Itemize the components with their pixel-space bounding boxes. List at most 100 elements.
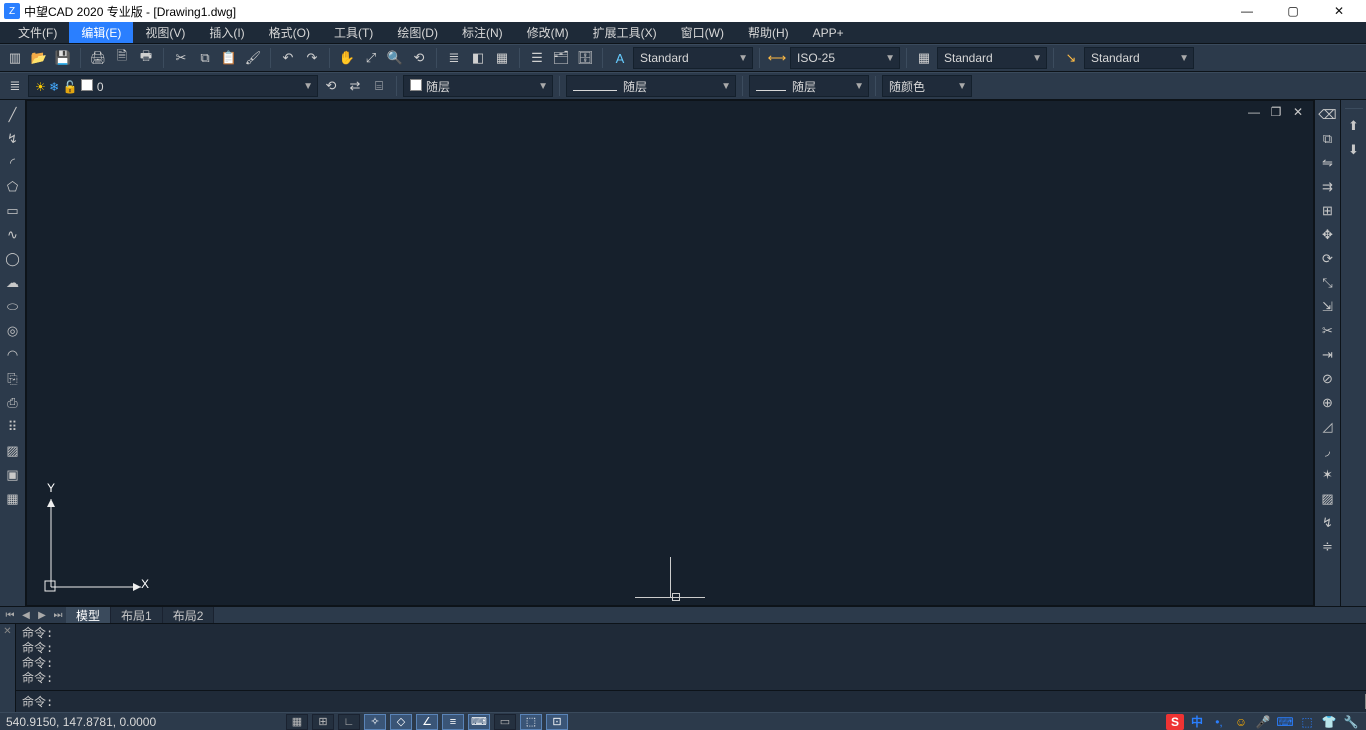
table-icon[interactable]: ▦: [491, 47, 513, 69]
ellipse-icon[interactable]: ⬭: [2, 296, 24, 318]
snap-icon[interactable]: ⊞: [312, 714, 334, 730]
menu-文件[interactable]: 文件(F): [6, 22, 69, 43]
mdi-minimize-button[interactable]: —: [1245, 105, 1263, 119]
command-resize-grip[interactable]: ✕: [0, 624, 16, 712]
plot-icon[interactable]: 🖶: [135, 47, 157, 69]
tab-nav-3[interactable]: ⏭: [50, 607, 66, 623]
layout-tab-1[interactable]: 布局1: [111, 607, 163, 623]
plotstyle-dropdown[interactable]: 随颜色▼: [882, 75, 972, 97]
menu-工具[interactable]: 工具(T): [322, 22, 385, 43]
text-style-icon[interactable]: A: [609, 47, 631, 69]
table-style-dropdown[interactable]: Standard▼: [937, 47, 1047, 69]
chamfer-icon[interactable]: ◿: [1317, 416, 1339, 438]
minimize-button[interactable]: —: [1224, 0, 1270, 22]
layer-dropdown[interactable]: ☀ ❄ 🔓 0 ▼: [28, 75, 318, 97]
arc-icon[interactable]: ◜: [2, 152, 24, 174]
layer-states-icon[interactable]: ⌸: [368, 75, 390, 97]
match-prop-icon[interactable]: 🖌: [242, 47, 264, 69]
tool-palette-icon[interactable]: 🗄: [574, 47, 596, 69]
polyline-icon[interactable]: ↯: [2, 128, 24, 150]
menu-绘图[interactable]: 绘图(D): [385, 22, 450, 43]
join-icon[interactable]: ⊕: [1317, 392, 1339, 414]
mleader-style-dropdown[interactable]: Standard▼: [1084, 47, 1194, 69]
ortho-icon[interactable]: ∟: [338, 714, 360, 730]
new-icon[interactable]: ▥: [4, 47, 26, 69]
offset-icon[interactable]: ⇉: [1317, 176, 1339, 198]
cloud-icon[interactable]: ☁: [2, 272, 24, 294]
layer-properties-icon[interactable]: ≣: [4, 75, 26, 97]
rectangle-icon[interactable]: ▭: [2, 200, 24, 222]
linetype-dropdown[interactable]: 随层▼: [566, 75, 736, 97]
mleader-style-icon[interactable]: ↘: [1060, 47, 1082, 69]
dim-style-dropdown[interactable]: ISO-25▼: [790, 47, 900, 69]
hatch-icon[interactable]: ▨: [2, 440, 24, 462]
draworder-back-icon[interactable]: ⬇: [1343, 139, 1365, 161]
layout-tab-0[interactable]: 模型: [66, 607, 111, 623]
ellipse-arc-icon[interactable]: ◠: [2, 344, 24, 366]
menu-格式[interactable]: 格式(O): [257, 22, 322, 43]
ime-person-icon[interactable]: 👕: [1320, 714, 1338, 730]
mdi-restore-button[interactable]: ❐: [1267, 105, 1285, 119]
open-icon[interactable]: 📂: [28, 47, 50, 69]
copy-obj-icon[interactable]: ⧉: [1317, 128, 1339, 150]
text-style-dropdown[interactable]: Standard▼: [633, 47, 753, 69]
scale-icon[interactable]: ⤡: [1317, 272, 1339, 294]
layer-previous-icon[interactable]: ⟲: [320, 75, 342, 97]
lineweight-dropdown[interactable]: 随层▼: [749, 75, 869, 97]
paste-icon[interactable]: 📋: [218, 47, 240, 69]
move-icon[interactable]: ✥: [1317, 224, 1339, 246]
circle-icon[interactable]: ◯: [2, 248, 24, 270]
line-icon[interactable]: ╱: [2, 104, 24, 126]
align-icon[interactable]: ≑: [1317, 536, 1339, 558]
menu-帮助[interactable]: 帮助(H): [736, 22, 801, 43]
trim-icon[interactable]: ✂: [1317, 320, 1339, 342]
menu-修改[interactable]: 修改(M): [515, 22, 581, 43]
fillet-icon[interactable]: ◞: [1317, 440, 1339, 462]
ime-settings-icon[interactable]: 🔧: [1342, 714, 1360, 730]
print-icon[interactable]: 🖨: [87, 47, 109, 69]
mirror-icon[interactable]: ⇋: [1317, 152, 1339, 174]
table-style-icon[interactable]: ▦: [913, 47, 935, 69]
polar-icon[interactable]: ✧: [364, 714, 386, 730]
design-center-icon[interactable]: 🗂: [550, 47, 572, 69]
zoom-extents-icon[interactable]: ⤢: [360, 47, 382, 69]
menu-扩展工具[interactable]: 扩展工具(X): [581, 22, 669, 43]
drawing-canvas[interactable]: — ❐ ✕ X Y: [27, 101, 1313, 605]
tab-nav-2[interactable]: ▶: [34, 607, 50, 623]
maximize-button[interactable]: ▢: [1270, 0, 1316, 22]
draworder-front-icon[interactable]: ⬆: [1343, 115, 1365, 137]
point-icon[interactable]: ⠿: [2, 416, 24, 438]
mdi-close-button[interactable]: ✕: [1289, 105, 1307, 119]
tab-nav-1[interactable]: ◀: [18, 607, 34, 623]
break-icon[interactable]: ⊘: [1317, 368, 1339, 390]
region-icon[interactable]: ▣: [2, 464, 24, 486]
undo-icon[interactable]: ↶: [277, 47, 299, 69]
command-input[interactable]: [55, 691, 1366, 712]
block-insert-icon[interactable]: ⎘: [2, 368, 24, 390]
dyn-icon[interactable]: ⌨: [468, 714, 490, 730]
cut-icon[interactable]: ✂: [170, 47, 192, 69]
polygon-icon[interactable]: ⬠: [2, 176, 24, 198]
menu-窗口[interactable]: 窗口(W): [669, 22, 736, 43]
menu-编辑[interactable]: 编辑(E): [69, 22, 133, 43]
osnap-icon[interactable]: ◇: [390, 714, 412, 730]
rotate-icon[interactable]: ⟳: [1317, 248, 1339, 270]
copy-icon[interactable]: ⧉: [194, 47, 216, 69]
ime-skin-icon[interactable]: ⬚: [1298, 714, 1316, 730]
pan-icon[interactable]: ✋: [336, 47, 358, 69]
otrack-icon[interactable]: ∠: [416, 714, 438, 730]
ime-indicator-icon[interactable]: S: [1166, 714, 1184, 730]
grid-icon[interactable]: ▦: [286, 714, 308, 730]
donut-icon[interactable]: ◎: [2, 320, 24, 342]
make-block-icon[interactable]: ⎙: [2, 392, 24, 414]
lwt-icon[interactable]: ≡: [442, 714, 464, 730]
sc-icon[interactable]: ⊡: [546, 714, 568, 730]
coordinate-readout[interactable]: 540.9150, 147.8781, 0.0000: [6, 715, 156, 729]
stretch-icon[interactable]: ⇲: [1317, 296, 1339, 318]
erase-icon[interactable]: ⌫: [1317, 104, 1339, 126]
edit-hatch-icon[interactable]: ▨: [1317, 488, 1339, 510]
model-icon[interactable]: ▭: [494, 714, 516, 730]
tab-nav-0[interactable]: ⏮: [2, 607, 18, 623]
array-icon[interactable]: ⊞: [1317, 200, 1339, 222]
color-dropdown[interactable]: 随层▼: [403, 75, 553, 97]
